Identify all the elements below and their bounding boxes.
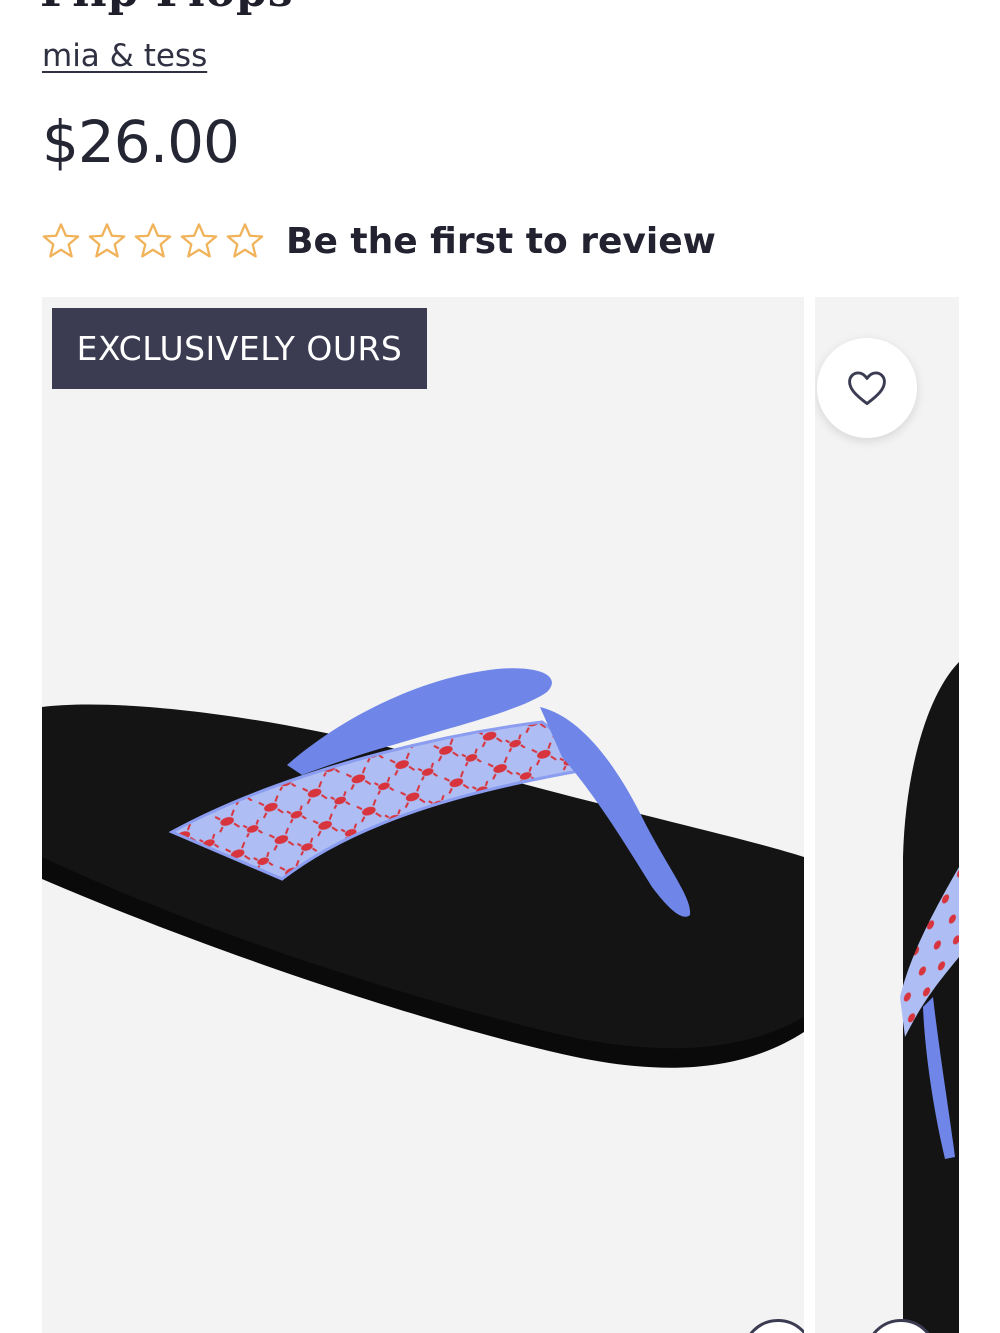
star-outline-icon bbox=[42, 223, 80, 258]
first-review-link[interactable]: Be the first to review bbox=[286, 221, 716, 262]
product-image-main[interactable]: EXCLUSIVELY OURS bbox=[42, 297, 804, 1333]
wishlist-button[interactable] bbox=[817, 338, 917, 438]
flip-flop-image bbox=[42, 668, 804, 1068]
star-outline-icon bbox=[226, 223, 264, 258]
star-outline-icon bbox=[134, 223, 172, 258]
flip-flop-image-alt bbox=[900, 662, 959, 1333]
product-image-secondary[interactable] bbox=[815, 297, 959, 1333]
product-title: Flip Flops bbox=[40, 0, 294, 17]
star-outline-icon bbox=[88, 223, 126, 258]
rating-row[interactable]: Be the first to review bbox=[40, 220, 716, 262]
star-rating[interactable] bbox=[40, 220, 266, 262]
star-outline-icon bbox=[180, 223, 218, 258]
heart-outline-icon bbox=[848, 371, 886, 406]
brand-link[interactable]: mia & tess bbox=[42, 38, 207, 74]
product-price: $26.00 bbox=[42, 108, 240, 176]
exclusive-badge: EXCLUSIVELY OURS bbox=[52, 308, 427, 389]
